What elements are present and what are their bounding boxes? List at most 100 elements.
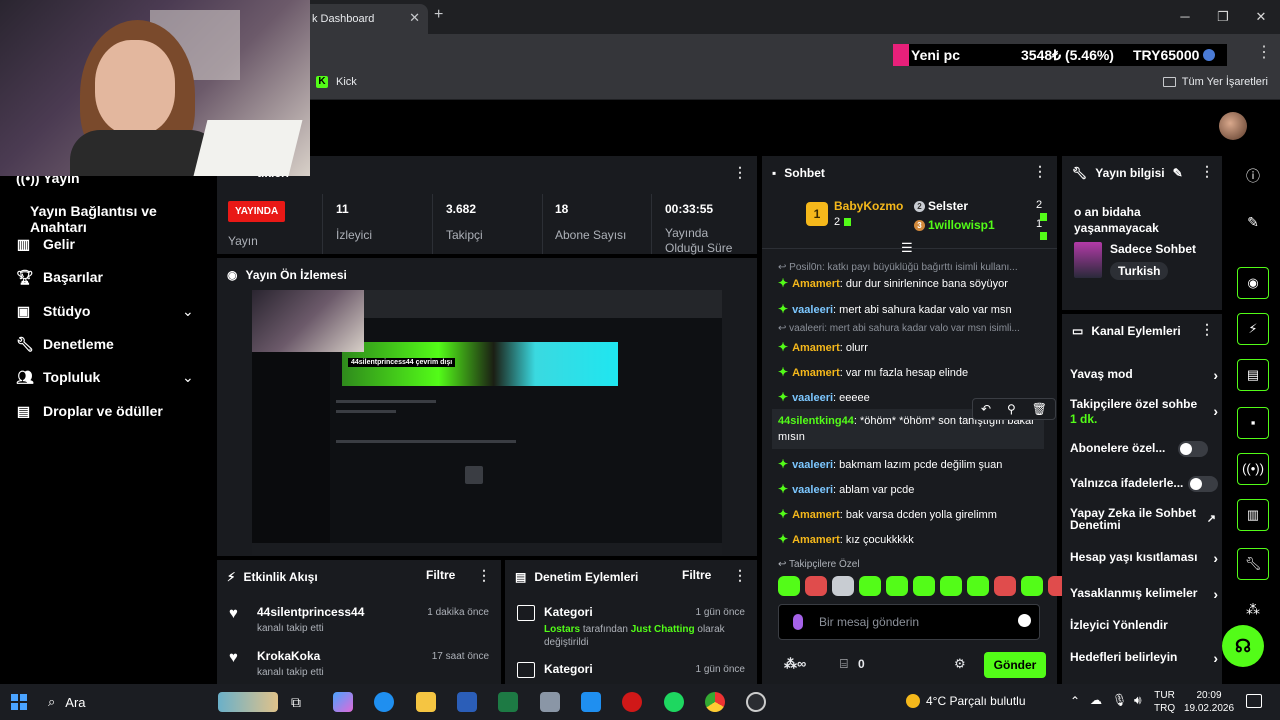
chrome-icon[interactable] [705,692,725,712]
taskbar-search[interactable]: ⌕ Ara [48,694,86,710]
chat-username[interactable]: 44silentking44 [778,415,854,427]
emote-8[interactable] [967,576,989,596]
leaderboard-second-name[interactable]: Selster [928,199,968,213]
all-bookmarks[interactable]: Tüm Yer İşaretleri [1162,76,1268,88]
kick-points-icon[interactable]: ⁂∞ [784,656,806,672]
browser-menu-icon[interactable]: ⋮ [1256,42,1272,62]
windows-start-icon[interactable] [11,694,27,710]
word-icon[interactable] [457,692,477,712]
spotify-icon[interactable] [664,692,684,712]
chat-username[interactable]: vaaleeri [792,459,833,471]
more-options-icon[interactable]: ⋮ [733,567,747,584]
emote-5[interactable] [886,576,908,596]
sidebar-item-stream-key[interactable]: Yayın Bağlantısı ve Anahtarı [30,203,216,235]
chat-username[interactable]: Amamert [792,278,840,290]
volume-icon[interactable]: 🔊︎ [1134,693,1142,708]
more-options-icon[interactable]: ⋮ [1033,163,1047,180]
sidebar-item-droplar[interactable]: ▤ Droplar ve ödüller [16,403,163,419]
opera-icon[interactable] [622,692,642,712]
user-avatar[interactable] [1219,112,1247,140]
activity-user[interactable]: KrokaKoka [257,649,320,663]
action-banned-words[interactable]: Yasaklanmış kelimeler › [1070,586,1218,602]
notification-icon[interactable] [1246,694,1262,708]
audit-actor[interactable]: Lostars [544,624,580,635]
emote-4[interactable] [859,576,881,596]
activity-user[interactable]: 44silentprincess44 [257,605,364,619]
pin-icon[interactable]: ⚲ [1007,402,1016,416]
sidebar-item-gelir[interactable]: ▥ Gelir [16,236,75,252]
emoji-icon[interactable] [1018,614,1031,627]
edit-pencil-icon[interactable]: ✎ [1173,166,1183,180]
reply-icon[interactable]: ↶ [981,402,991,416]
sidebar-item-denetleme[interactable]: 🔧︎ Denetleme [16,336,114,352]
chat-username[interactable]: vaaleeri [792,392,833,404]
weather-widget[interactable]: 4°C Parçalı bulutlu [906,694,1026,708]
more-options-icon[interactable]: ⋮ [733,164,747,181]
bookmark-kick[interactable]: K Kick [316,76,357,88]
microphone-icon[interactable] [793,614,803,630]
edge-icon[interactable] [374,692,394,712]
kick-points-icon[interactable]: ⁂ [1237,593,1269,625]
more-options-icon[interactable]: ⋮ [1200,163,1214,180]
lightning-widget-icon[interactable]: ⚡︎ [1237,313,1269,345]
info-icon[interactable]: ⓘ [1237,160,1269,192]
browser-tab-dashboard[interactable]: k Dashboard ✕ [300,4,428,34]
layout-widget-icon[interactable]: ▥ [1237,499,1269,531]
preview-video[interactable]: 44silentprincess44 çevrim dışı [252,290,722,555]
maximize-icon[interactable]: ❐ [1204,0,1242,34]
settings-gear-icon[interactable]: ⚙ [954,656,966,672]
emote-1[interactable] [778,576,800,596]
delete-icon[interactable]: 🗑︎ [1032,402,1047,416]
subscribers-only-toggle[interactable] [1178,441,1208,457]
emote-3[interactable] [832,576,854,596]
camera-widget-icon[interactable]: ◉ [1237,267,1269,299]
filter-button[interactable]: Filtre [682,568,711,582]
filter-button[interactable]: Filtre [426,568,455,582]
action-slow-mode[interactable]: Yavaş mod › [1070,367,1218,383]
system-clock[interactable]: 20:09 19.02.2026 [1183,689,1235,715]
sidebar-item-topluluk[interactable]: 👥︎ Topluluk [16,369,100,385]
gift-icon[interactable]: ⌸ [840,656,848,672]
emote-10[interactable] [1021,576,1043,596]
obs-icon[interactable] [746,692,766,712]
chat-username[interactable]: Amamert [792,509,840,521]
action-followers-only[interactable]: Takipçilere özel sohbe 1 dk. › [1070,397,1218,426]
emote-6[interactable] [913,576,935,596]
chat-username[interactable]: vaaleeri [792,304,833,316]
emote-2[interactable] [805,576,827,596]
store-icon[interactable] [581,692,601,712]
chat-message-input[interactable]: Bir mesaj gönderin [778,604,1040,640]
edit-pencil-icon[interactable]: ✎ [1237,206,1269,238]
more-options-icon[interactable]: ⋮ [1200,321,1214,338]
stream-category[interactable]: Sadece Sohbet [1110,242,1196,256]
broadcast-widget-icon[interactable]: ((•)) [1237,453,1269,485]
chat-username[interactable]: Amamert [792,367,840,379]
microphone-tray-icon[interactable]: 🎙︎ [1112,693,1127,707]
chat-username[interactable]: Amamert [792,342,840,354]
copilot-icon[interactable] [333,692,353,712]
emote-7[interactable] [940,576,962,596]
action-raid[interactable]: İzleyici Yönlendir [1070,618,1218,632]
close-window-icon[interactable]: ✕ [1242,0,1280,34]
leaderboard-third-name[interactable]: 1willowisp1 [928,218,995,232]
chat-username[interactable]: vaaleeri [792,484,833,496]
more-options-icon[interactable]: ⋮ [477,567,491,584]
chevron-down-icon[interactable]: ⌄ [182,369,194,386]
minimize-icon[interactable]: ─ [1166,0,1204,34]
action-ai-moderation[interactable]: Yapay Zeka ile Sohbet Denetimi ↗ [1070,507,1216,531]
sidebar-item-studyo[interactable]: ▣ Stüdyo [16,303,91,319]
tray-chevron-icon[interactable]: ⌃ [1070,694,1080,708]
chevron-down-icon[interactable]: ⌄ [182,303,194,320]
calculator-icon[interactable] [540,692,560,712]
action-account-age[interactable]: Hesap yaşı kısıtlaması › [1070,550,1218,566]
sidebar-item-basarilar[interactable]: 🏆︎ Başarılar [16,269,103,285]
emote-9[interactable] [994,576,1016,596]
chat-username[interactable]: Amamert [792,534,840,546]
wrench-widget-icon[interactable]: 🔧︎ [1237,548,1269,580]
document-widget-icon[interactable]: ▤ [1237,359,1269,391]
close-tab-icon[interactable]: ✕ [409,10,420,26]
excel-icon[interactable] [498,692,518,712]
taskbar-news-widget[interactable] [218,692,278,712]
language-tag[interactable]: Turkish [1110,262,1169,280]
task-view-icon[interactable]: ⧉ [291,692,311,712]
